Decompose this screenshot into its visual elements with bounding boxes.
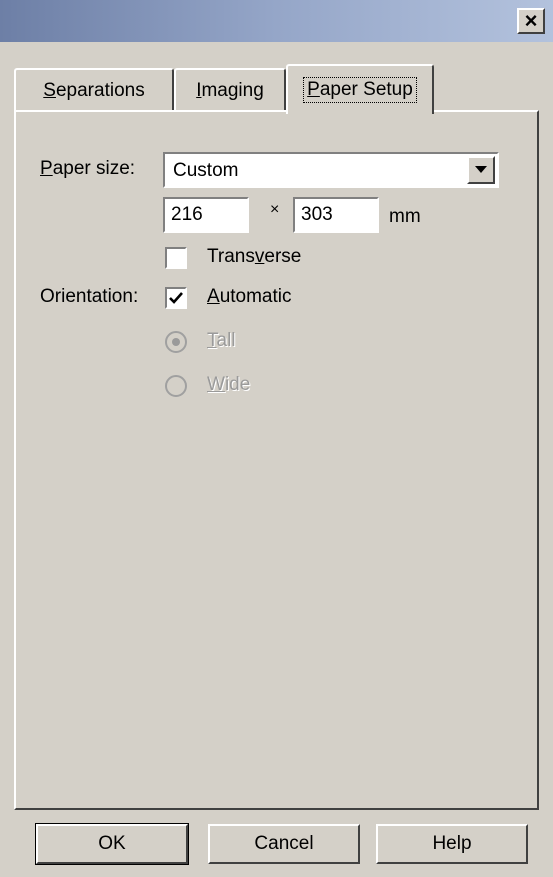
tab-imaging[interactable]: Imaging bbox=[174, 68, 286, 112]
tab-label-accel: P bbox=[307, 79, 320, 100]
paper-size-value: Custom bbox=[173, 160, 239, 181]
radio-dot bbox=[172, 338, 180, 346]
help-label: Help bbox=[432, 833, 472, 854]
unit-label: mm bbox=[389, 206, 421, 227]
title-bar: × bbox=[0, 0, 553, 42]
ok-button[interactable]: OK bbox=[35, 823, 189, 865]
checkmark-icon bbox=[169, 292, 183, 304]
automatic-checkbox[interactable] bbox=[165, 287, 187, 309]
tab-label: eparations bbox=[55, 80, 145, 101]
paper-width-input[interactable] bbox=[163, 197, 249, 233]
orientation-label: Orientation: bbox=[40, 286, 139, 307]
chevron-down-icon bbox=[475, 166, 487, 173]
close-button[interactable]: × bbox=[517, 8, 545, 34]
wide-radio[interactable] bbox=[165, 375, 187, 397]
paper-size-label: Paper size: bbox=[40, 158, 136, 179]
close-icon: × bbox=[524, 8, 538, 33]
help-button[interactable]: Help bbox=[376, 824, 528, 864]
dimension-separator: × bbox=[270, 201, 280, 218]
paper-size-select[interactable]: Custom bbox=[163, 152, 499, 188]
dropdown-button[interactable] bbox=[467, 156, 495, 184]
cancel-label: Cancel bbox=[254, 833, 314, 854]
wide-label: Wide bbox=[207, 374, 251, 395]
automatic-label[interactable]: Automatic bbox=[207, 286, 292, 308]
tab-paper-setup[interactable]: Paper Setup bbox=[286, 64, 434, 114]
ok-label: OK bbox=[98, 833, 126, 854]
transverse-label[interactable]: Transverse bbox=[207, 246, 301, 268]
transverse-checkbox[interactable] bbox=[165, 247, 187, 269]
tab-label: aper Setup bbox=[319, 79, 413, 100]
cancel-button[interactable]: Cancel bbox=[208, 824, 360, 864]
paper-height-input[interactable] bbox=[293, 197, 379, 233]
tab-label: maging bbox=[201, 80, 264, 101]
tall-radio[interactable] bbox=[165, 331, 187, 353]
tab-separations[interactable]: Separations bbox=[14, 68, 174, 112]
tall-label: Tall bbox=[207, 330, 236, 351]
tab-label-accel: S bbox=[43, 80, 56, 101]
